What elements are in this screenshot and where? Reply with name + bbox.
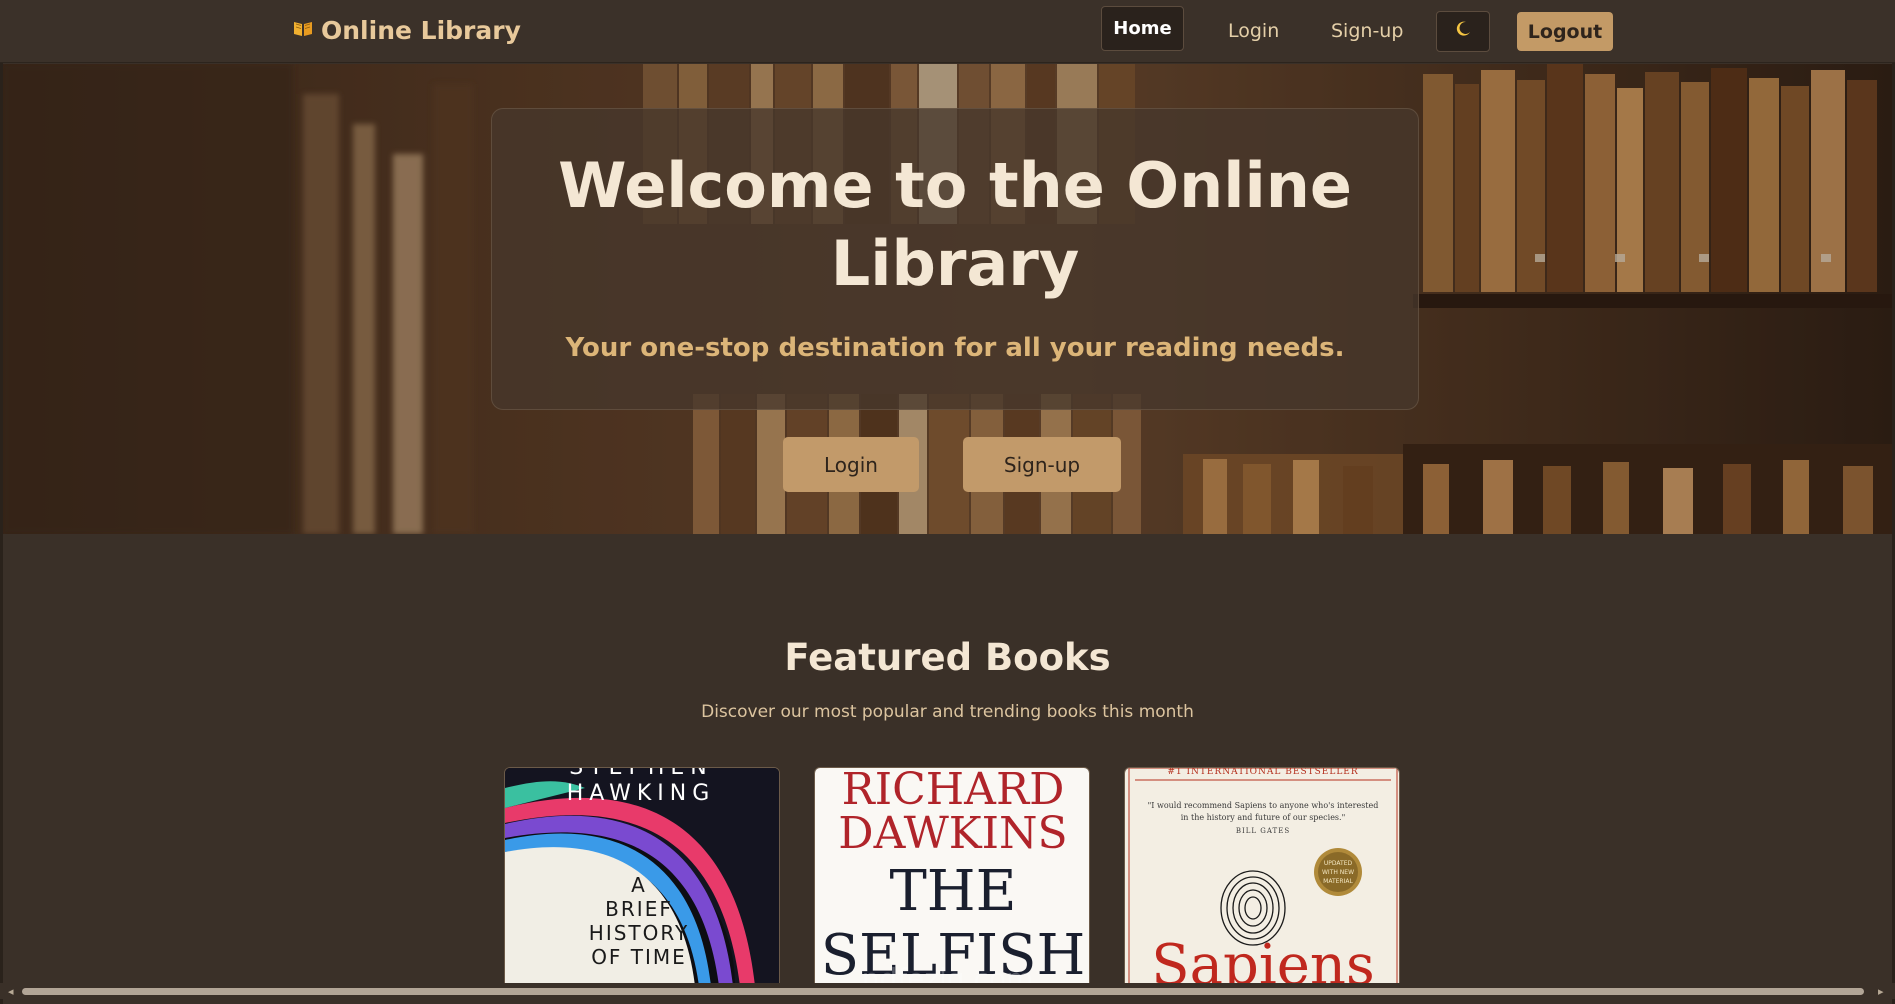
brand-logo[interactable]: Online Library	[293, 16, 521, 45]
hero-signup-button[interactable]: Sign-up	[963, 437, 1121, 492]
book-card-selfish-gene[interactable]: RICHARD DAWKINS THE SELFISH	[814, 767, 1090, 985]
navbar: Online Library Home Login Sign-up Logout	[0, 0, 1895, 63]
scroll-right-arrow-icon[interactable]: ▸	[1878, 985, 1884, 998]
hero-title-line2: Library	[830, 227, 1080, 300]
book1-title-line1: A	[631, 873, 647, 897]
book3-badge-line2: WITH NEW	[1322, 869, 1354, 876]
logout-button[interactable]: Logout	[1517, 12, 1613, 51]
theme-toggle-button[interactable]	[1436, 11, 1490, 52]
nav-signup-link[interactable]: Sign-up	[1331, 20, 1403, 42]
book-card-brief-history[interactable]: STEPHEN HAWKING A BRIEF HISTORY OF TIME	[504, 767, 780, 985]
book3-banner: #1 INTERNATIONAL BESTSELLER	[1167, 768, 1358, 777]
book3-badge-line1: UPDATED	[1324, 860, 1353, 867]
book2-author-line2: DAWKINS	[838, 808, 1067, 859]
book-cover-image: RICHARD DAWKINS THE SELFISH	[815, 768, 1089, 984]
open-book-icon	[293, 18, 313, 43]
book1-author: HAWKING	[567, 781, 716, 806]
nav-login-link[interactable]: Login	[1228, 20, 1279, 42]
book-card-sapiens[interactable]: #1 INTERNATIONAL BESTSELLER "I would rec…	[1124, 767, 1400, 985]
horizontal-scrollbar[interactable]: ◂ ▸	[0, 983, 1895, 999]
book3-quote-line1: "I would recommend Sapiens to anyone who…	[1148, 801, 1379, 810]
moon-icon	[1454, 20, 1472, 43]
brand-name: Online Library	[321, 16, 521, 45]
book3-quote-line2: in the history and future of our species…	[1181, 813, 1346, 822]
nav-home-link[interactable]: Home	[1101, 6, 1184, 51]
hero-title: Welcome to the Online Library	[492, 147, 1418, 303]
hero-title-line1: Welcome to the Online	[558, 149, 1352, 222]
scrollbar-thumb[interactable]	[22, 988, 1864, 995]
book1-title-line2: BRIEF	[605, 897, 673, 921]
featured-subtitle: Discover our most popular and trending b…	[701, 702, 1194, 722]
featured-title: Featured Books	[784, 636, 1111, 679]
book3-quote-author: BILL GATES	[1236, 827, 1290, 835]
book3-badge-line3: MATERIAL	[1323, 878, 1353, 885]
hero-subtitle: Your one-stop destination for all your r…	[565, 333, 1345, 363]
book-cover-image: #1 INTERNATIONAL BESTSELLER "I would rec…	[1125, 768, 1399, 984]
book1-title-line3: HISTORY	[589, 921, 689, 945]
hero-login-button[interactable]: Login	[783, 437, 919, 492]
book2-title-line1: THE	[889, 859, 1016, 924]
scroll-left-arrow-icon[interactable]: ◂	[8, 985, 14, 998]
hero-card: Welcome to the Online Library Your one-s…	[491, 108, 1419, 410]
book1-author-top: STEPHEN	[569, 768, 712, 780]
book-cover-image: STEPHEN HAWKING A BRIEF HISTORY OF TIME	[505, 768, 779, 984]
hero-section: Welcome to the Online Library Your one-s…	[3, 64, 1892, 534]
